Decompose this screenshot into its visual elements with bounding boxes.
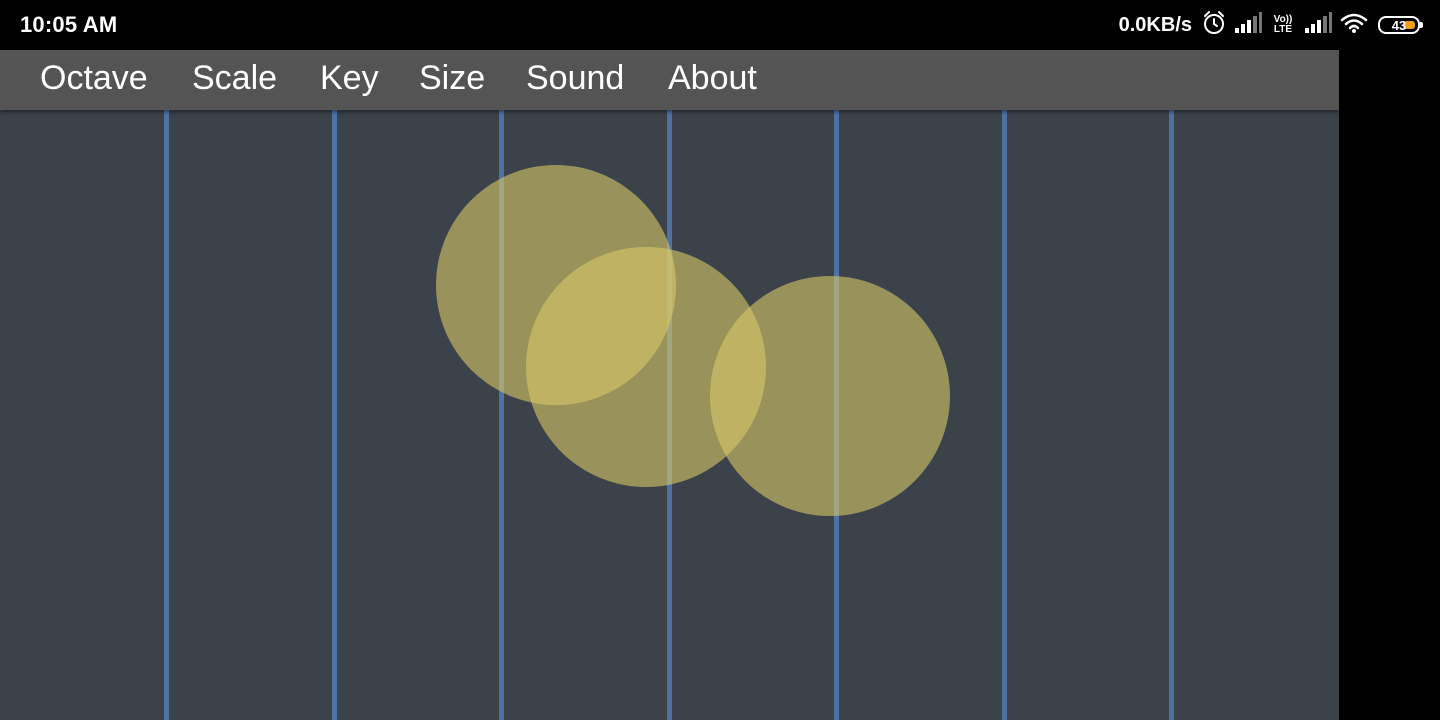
string-line	[1169, 110, 1174, 720]
menu-about: About	[668, 59, 757, 97]
alarm-icon	[1202, 10, 1226, 41]
status-icons: 0.0KB/s Vo)) LTE 43	[1118, 10, 1423, 41]
status-bar: 10:05 AM 0.0KB/s Vo)) LTE 43	[0, 0, 1440, 50]
app-window: Octave Scale Key Size Sound About	[0, 50, 1339, 720]
menu-size[interactable]: Size	[419, 58, 485, 98]
signal-icon	[1304, 11, 1332, 39]
battery-icon: 43	[1378, 16, 1423, 34]
network-speed: 0.0KB/s	[1118, 13, 1192, 36]
menu-scale[interactable]: Scale	[192, 58, 277, 98]
menu-sound[interactable]: Sound	[526, 58, 624, 98]
status-time: 10:05 AM	[20, 12, 118, 37]
string-line	[1002, 110, 1007, 720]
lte-label: LTE	[1273, 24, 1293, 35]
string-line	[332, 110, 337, 720]
touch-indicator	[710, 276, 950, 516]
signal-icon	[1234, 11, 1262, 39]
menu-bar: Octave Scale Key Size Sound About	[0, 50, 1339, 110]
play-area[interactable]	[0, 110, 1339, 720]
battery-cap	[1420, 22, 1423, 28]
menu-octave[interactable]: Octave	[40, 58, 148, 98]
volte-lte-icon: Vo)) LTE	[1270, 15, 1296, 35]
string-line	[164, 110, 169, 720]
menu-key[interactable]: Key	[320, 58, 379, 98]
wifi-icon	[1340, 12, 1368, 39]
battery-percent: 43	[1391, 17, 1407, 33]
